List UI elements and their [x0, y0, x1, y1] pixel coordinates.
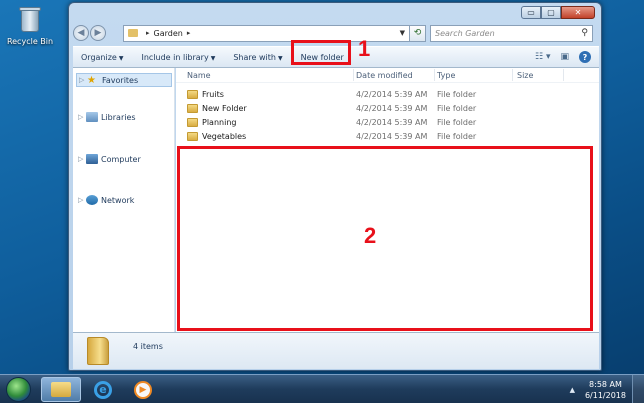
details-pane: 4 items — [73, 332, 599, 369]
column-type[interactable]: Type — [437, 71, 455, 80]
media-player-icon: ▶ — [134, 380, 152, 399]
annotation-box-1 — [291, 40, 351, 65]
file-row-planning[interactable]: Planning 4/2/2014 5:39 AM File folder — [176, 117, 599, 130]
internet-explorer-icon: e — [94, 380, 112, 399]
folder-icon — [187, 118, 198, 127]
navigation-pane: ▷ ★ Favorites ▷ Libraries ▷ Computer ▷ N… — [73, 68, 175, 332]
show-desktop-button[interactable] — [632, 375, 644, 403]
share-with-menu[interactable]: Share with ▼ — [233, 53, 282, 62]
libraries-icon — [86, 112, 98, 122]
file-type: File folder — [437, 90, 477, 99]
minimize-button[interactable]: ▭ — [521, 6, 541, 19]
sidebar-item-libraries[interactable]: ▷ Libraries — [78, 112, 136, 122]
sidebar-item-computer[interactable]: ▷ Computer — [78, 154, 141, 164]
folder-icon — [187, 132, 198, 141]
column-headers: Name Date modified Type Size — [176, 68, 599, 83]
file-row-vegetables[interactable]: Vegetables 4/2/2014 5:39 AM File folder — [176, 131, 599, 144]
column-date-modified[interactable]: Date modified — [356, 71, 413, 80]
file-date: 4/2/2014 5:39 AM — [356, 104, 428, 113]
annotation-label-2: 2 — [364, 223, 377, 248]
clock-time: 8:58 AM — [589, 379, 622, 389]
breadcrumb-separator[interactable]: ▸ — [146, 29, 150, 37]
file-name: Vegetables — [202, 132, 247, 141]
folder-icon — [187, 104, 198, 113]
file-date: 4/2/2014 5:39 AM — [356, 132, 428, 141]
file-type: File folder — [437, 118, 477, 127]
expand-icon[interactable]: ▷ — [78, 155, 86, 163]
network-icon — [86, 195, 98, 205]
chevron-down-icon: ▼ — [210, 54, 216, 62]
file-date: 4/2/2014 5:39 AM — [356, 118, 428, 127]
item-count: 4 items — [133, 341, 163, 351]
close-button[interactable]: ✕ — [561, 6, 595, 19]
folder-large-icon — [87, 337, 109, 365]
back-arrow-icon: ◀ — [77, 28, 85, 38]
include-in-library-menu[interactable]: Include in library ▼ — [141, 53, 215, 62]
system-tray: ▲ 8:58 AM 6/11/2018 — [570, 375, 644, 403]
search-placeholder: Search Garden — [435, 28, 495, 38]
taskbar-ie-button[interactable]: e — [83, 377, 123, 402]
clock-date: 6/11/2018 — [584, 390, 626, 400]
show-hidden-icons-icon[interactable]: ▲ — [570, 386, 575, 394]
forward-arrow-icon: ▶ — [94, 28, 102, 38]
breadcrumb-garden[interactable]: Garden — [154, 29, 183, 38]
column-size[interactable]: Size — [517, 71, 533, 80]
folder-icon — [128, 29, 138, 37]
help-icon[interactable]: ? — [579, 51, 591, 63]
file-name: Planning — [202, 118, 237, 127]
recycle-bin-label: Recycle Bin — [6, 37, 54, 46]
chevron-down-icon: ▼ — [118, 54, 124, 62]
file-row-fruits[interactable]: Fruits 4/2/2014 5:39 AM File folder — [176, 89, 599, 102]
column-name[interactable]: Name — [187, 71, 211, 80]
taskbar-media-player-button[interactable]: ▶ — [123, 377, 163, 402]
preview-pane-icon[interactable]: ▣ — [560, 52, 569, 62]
start-button[interactable] — [6, 377, 31, 402]
organize-menu[interactable]: Organize ▼ — [81, 53, 123, 62]
recycle-bin-desktop-icon[interactable]: Recycle Bin — [4, 4, 56, 46]
maximize-button[interactable]: ▢ — [541, 6, 561, 19]
expand-icon[interactable]: ▷ — [78, 196, 86, 204]
file-row-new-folder[interactable]: New Folder 4/2/2014 5:39 AM File folder — [176, 103, 599, 116]
file-type: File folder — [437, 132, 477, 141]
search-icon: ⚲ — [581, 28, 588, 38]
refresh-button[interactable]: ⟲ — [410, 24, 426, 42]
star-icon: ★ — [87, 74, 96, 86]
search-input[interactable]: Search Garden ⚲ — [430, 24, 593, 42]
expand-icon[interactable]: ▷ — [79, 76, 87, 84]
file-name: Fruits — [202, 90, 224, 99]
breadcrumb-separator[interactable]: ▸ — [187, 29, 191, 37]
expand-icon[interactable]: ▷ — [78, 113, 86, 121]
folder-icon — [187, 90, 198, 99]
file-type: File folder — [437, 104, 477, 113]
sidebar-item-network[interactable]: ▷ Network — [78, 195, 134, 205]
clock[interactable]: 8:58 AM 6/11/2018 — [585, 379, 626, 401]
annotation-label-1: 1 — [358, 36, 371, 61]
view-options-icon[interactable]: ☷ ▾ — [535, 52, 550, 62]
sidebar-item-favorites[interactable]: ▷ ★ Favorites — [76, 73, 172, 87]
file-date: 4/2/2014 5:39 AM — [356, 90, 428, 99]
refresh-icon: ⟲ — [413, 28, 422, 38]
chevron-down-icon: ▼ — [277, 54, 283, 62]
taskbar: e ▶ ▲ 8:58 AM 6/11/2018 — [0, 374, 644, 403]
taskbar-explorer-button[interactable] — [41, 377, 81, 402]
file-name: New Folder — [202, 104, 247, 113]
computer-icon — [86, 154, 98, 164]
window-controls: ▭ ▢ ✕ — [521, 6, 595, 19]
annotation-box-2 — [177, 146, 593, 331]
back-button[interactable]: ◀ — [73, 25, 89, 41]
recycle-bin-icon — [17, 4, 43, 34]
folder-icon — [51, 382, 71, 397]
address-dropdown-icon[interactable]: ▼ — [400, 29, 405, 37]
forward-button[interactable]: ▶ — [90, 25, 106, 41]
